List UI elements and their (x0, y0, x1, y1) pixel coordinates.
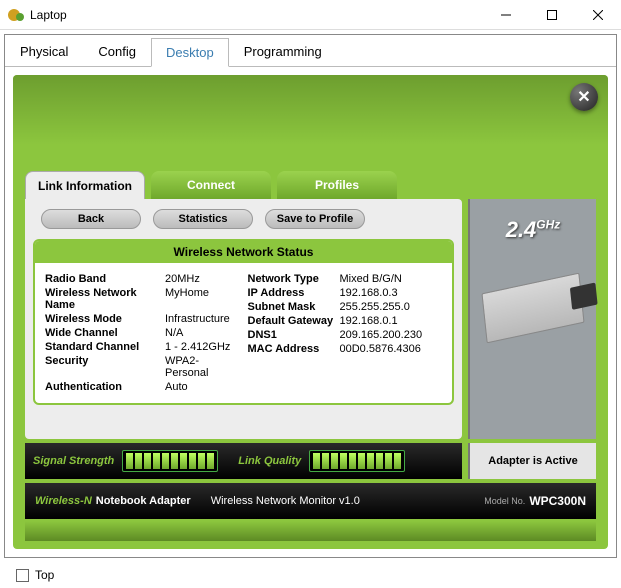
field-label: MAC Address (248, 343, 340, 355)
tab-config[interactable]: Config (83, 37, 151, 66)
status-box: Wireless Network Status Radio Band20MHzW… (33, 239, 454, 405)
status-row: Subnet Mask255.255.255.0 (248, 301, 443, 313)
field-value: MyHome (165, 287, 240, 311)
minimize-button[interactable] (483, 0, 529, 30)
footer-green (25, 521, 596, 541)
maximize-button[interactable] (529, 0, 575, 30)
status-row: Standard Channel1 - 2.412GHz (45, 341, 240, 353)
field-value: Mixed B/G/N (340, 273, 443, 285)
field-label: Default Gateway (248, 315, 340, 327)
field-value: 192.168.0.1 (340, 315, 443, 327)
monitor-version: Wireless Network Monitor v1.0 (211, 495, 360, 507)
status-row: Wireless Network NameMyHome (45, 287, 240, 311)
field-value: N/A (165, 327, 240, 339)
field-value: 1 - 2.412GHz (165, 341, 240, 353)
link-quality-label: Link Quality (238, 455, 301, 467)
status-row: SecurityWPA2-Personal (45, 355, 240, 379)
panel-close-icon[interactable]: ✕ (570, 83, 598, 111)
status-row: Wireless ModeInfrastructure (45, 313, 240, 325)
link-quality-meter (309, 450, 405, 472)
field-label: Wireless Network Name (45, 287, 165, 311)
tab-desktop[interactable]: Desktop (151, 38, 229, 67)
field-label: Wireless Mode (45, 313, 165, 325)
window-titlebar: Laptop (0, 0, 621, 30)
wireless-panel: ✕ Link Information Connect Profiles Back… (13, 75, 608, 549)
close-button[interactable] (575, 0, 621, 30)
statistics-button[interactable]: Statistics (153, 209, 253, 229)
field-label: IP Address (248, 287, 340, 299)
signal-strength-label: Signal Strength (33, 455, 114, 467)
right-side-panel: 2.4GHz (468, 199, 596, 439)
status-row: Radio Band20MHz (45, 273, 240, 285)
status-row: Network TypeMixed B/G/N (248, 273, 443, 285)
field-value: 255.255.255.0 (340, 301, 443, 313)
wireless-n-logo: Wireless-N (35, 495, 92, 507)
app-icon (8, 7, 24, 23)
tab-connect[interactable]: Connect (151, 171, 271, 199)
signal-bar: Signal Strength Link Quality (25, 443, 462, 479)
tab-programming[interactable]: Programming (229, 37, 337, 66)
status-row: MAC Address00D0.5876.4306 (248, 343, 443, 355)
status-row: Default Gateway192.168.0.1 (248, 315, 443, 327)
adapter-type-label: Notebook Adapter (96, 495, 191, 507)
field-value: WPA2-Personal (165, 355, 240, 379)
field-label: Wide Channel (45, 327, 165, 339)
top-checkbox[interactable] (16, 569, 29, 582)
inner-tabs: Link Information Connect Profiles (25, 171, 397, 199)
tab-profiles[interactable]: Profiles (277, 171, 397, 199)
bottom-bar: Wireless-N Notebook Adapter Wireless Net… (25, 483, 596, 519)
field-value: Infrastructure (165, 313, 240, 325)
field-value: Auto (165, 381, 240, 393)
tab-link-information[interactable]: Link Information (25, 171, 145, 199)
status-col-right: Network TypeMixed B/G/NIP Address192.168… (248, 271, 443, 395)
main-content: Back Statistics Save to Profile Wireless… (25, 199, 462, 439)
window-title: Laptop (30, 8, 483, 22)
field-label: Radio Band (45, 273, 165, 285)
outer-tabs: Physical Config Desktop Programming (5, 35, 616, 67)
field-label: DNS1 (248, 329, 340, 341)
status-row: IP Address192.168.0.3 (248, 287, 443, 299)
field-label: Network Type (248, 273, 340, 285)
adapter-status: Adapter is Active (468, 443, 596, 479)
status-row: Wide ChannelN/A (45, 327, 240, 339)
top-checkbox-label: Top (35, 568, 54, 582)
status-col-left: Radio Band20MHzWireless Network NameMyHo… (45, 271, 240, 395)
container: Physical Config Desktop Programming ✕ Li… (4, 34, 617, 558)
frequency-badge: 2.4GHz (506, 217, 561, 243)
status-row: DNS1209.165.200.230 (248, 329, 443, 341)
model-prefix: Model No. (484, 496, 525, 506)
adapter-card-image (481, 273, 584, 344)
field-value: 20MHz (165, 273, 240, 285)
field-label: Standard Channel (45, 341, 165, 353)
field-value: 209.165.200.230 (340, 329, 443, 341)
back-button[interactable]: Back (41, 209, 141, 229)
field-value: 192.168.0.3 (340, 287, 443, 299)
top-checkbox-row: Top (16, 568, 54, 582)
tab-physical[interactable]: Physical (5, 37, 83, 66)
model-number: WPC300N (529, 494, 586, 508)
field-label: Authentication (45, 381, 165, 393)
signal-strength-meter (122, 450, 218, 472)
field-label: Security (45, 355, 165, 379)
save-to-profile-button[interactable]: Save to Profile (265, 209, 365, 229)
field-label: Subnet Mask (248, 301, 340, 313)
status-row: AuthenticationAuto (45, 381, 240, 393)
status-header: Wireless Network Status (35, 241, 452, 263)
field-value: 00D0.5876.4306 (340, 343, 443, 355)
